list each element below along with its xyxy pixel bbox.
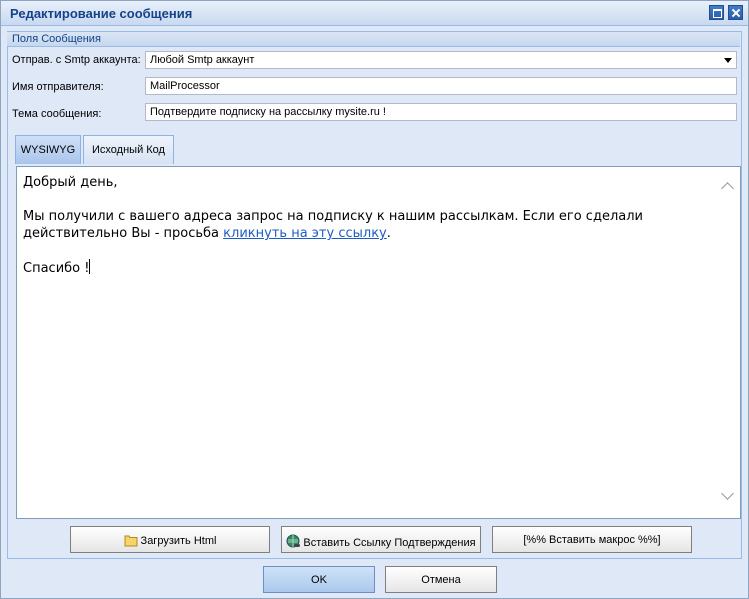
subject-value: Подтвердите подписку на рассылку mysite.… bbox=[150, 106, 386, 118]
editor-scrollbar[interactable] bbox=[719, 169, 737, 515]
scroll-down-icon[interactable] bbox=[721, 487, 734, 500]
body-end: . bbox=[386, 226, 391, 241]
combo-arrow-icon[interactable] bbox=[724, 58, 732, 63]
subject-label: Тема сообщения: bbox=[12, 108, 102, 120]
tab-wysiwyg[interactable]: WYSIWYG bbox=[15, 135, 81, 164]
fieldset-legend-label: Поля Сообщения bbox=[12, 33, 101, 45]
message-editor[interactable]: Добрый день, Мы получили с вашего адреса… bbox=[16, 166, 741, 519]
close-icon[interactable] bbox=[728, 5, 743, 20]
cancel-label: Отмена bbox=[421, 574, 461, 586]
smtp-account-combo[interactable]: Любой Smtp аккаунт bbox=[145, 51, 737, 69]
closing-text: Спасибо ! bbox=[23, 261, 90, 276]
insert-confirm-link-button[interactable]: Вставить Ссылку Подтверждения bbox=[281, 526, 481, 553]
smtp-account-label: Отправ. с Smtp аккаунта: bbox=[12, 54, 141, 66]
sender-name-field[interactable]: MailProcessor bbox=[145, 77, 737, 95]
confirm-link[interactable]: кликнуть на эту ссылку bbox=[223, 226, 387, 241]
globe-link-icon bbox=[286, 534, 301, 552]
scroll-up-icon[interactable] bbox=[721, 182, 734, 195]
insert-macro-button[interactable]: [%% Вставить макрос %%] bbox=[492, 526, 692, 553]
dialog-window: Редактирование сообщения Поля Сообщения … bbox=[0, 0, 749, 599]
tab-source-code[interactable]: Исходный Код bbox=[83, 135, 174, 164]
title-bar[interactable]: Редактирование сообщения bbox=[1, 1, 748, 26]
closing-paragraph: Спасибо ! bbox=[23, 259, 718, 277]
body-paragraph: Мы получили с вашего адреса запрос на по… bbox=[23, 208, 718, 242]
sender-name-value: MailProcessor bbox=[150, 80, 220, 92]
cancel-button[interactable]: Отмена bbox=[385, 566, 497, 593]
text-caret bbox=[89, 259, 91, 274]
insert-macro-label: [%% Вставить макрос %%] bbox=[523, 534, 661, 546]
load-html-button[interactable]: Загрузить Html bbox=[70, 526, 270, 553]
maximize-icon[interactable] bbox=[709, 5, 724, 20]
folder-icon bbox=[124, 534, 139, 550]
insert-confirm-link-label: Вставить Ссылку Подтверждения bbox=[303, 537, 476, 549]
smtp-account-value: Любой Smtp аккаунт bbox=[150, 54, 255, 66]
ok-label: OK bbox=[311, 574, 327, 586]
ok-button[interactable]: OK bbox=[263, 566, 375, 593]
editor-content[interactable]: Добрый день, Мы получили с вашего адреса… bbox=[23, 174, 718, 294]
subject-field[interactable]: Подтвердите подписку на рассылку mysite.… bbox=[145, 103, 737, 121]
greeting-text: Добрый день, bbox=[23, 175, 118, 190]
sender-name-label: Имя отправителя: bbox=[12, 81, 104, 93]
window-title: Редактирование сообщения bbox=[10, 6, 193, 21]
fieldset-legend: Поля Сообщения bbox=[7, 32, 740, 47]
load-html-label: Загрузить Html bbox=[140, 535, 217, 547]
